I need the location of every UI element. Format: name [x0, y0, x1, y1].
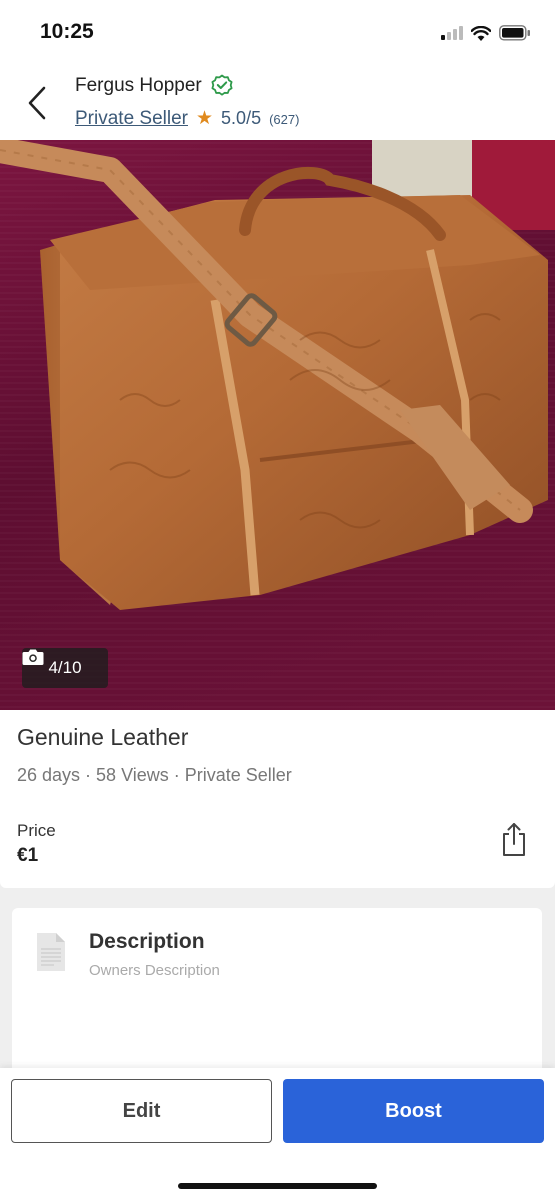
description-subtitle: Owners Description: [89, 962, 220, 979]
seller-rating: 5.0/5: [221, 108, 262, 128]
description-title: Description: [89, 930, 205, 953]
listing-title: Genuine Leather: [17, 724, 189, 750]
edit-button[interactable]: Edit: [11, 1079, 272, 1143]
price-label: Price: [17, 821, 56, 840]
share-button[interactable]: [500, 822, 528, 858]
rating-star-icon: ★: [196, 108, 214, 129]
listing-meta: 26 days · 58 Views · Private Seller: [17, 765, 292, 785]
back-button[interactable]: [22, 84, 56, 122]
leather-bag-illustration: [0, 140, 555, 710]
battery-icon: [499, 25, 530, 41]
status-icons: [441, 24, 531, 42]
listing-photo[interactable]: 4/10: [0, 140, 555, 710]
seller-name[interactable]: Fergus Hopper: [75, 75, 202, 97]
listing-info-card: Genuine Leather 26 days · 58 Views · Pri…: [0, 710, 555, 888]
status-bar: 10:25: [0, 0, 555, 62]
home-indicator[interactable]: [178, 1183, 377, 1189]
bottom-action-bar: Edit Boost: [0, 1068, 555, 1200]
boost-button[interactable]: Boost: [283, 1079, 544, 1143]
chevron-left-icon: [28, 86, 46, 120]
photo-counter-label: 4/10: [48, 658, 82, 677]
cellular-signal-icon: [441, 26, 463, 40]
wifi-icon: [471, 25, 491, 41]
seller-header: Fergus Hopper Private Seller ★ 5.0/5 (62…: [0, 62, 555, 140]
camera-icon: [22, 649, 44, 665]
verified-badge-icon: [211, 74, 233, 96]
review-count: (627): [269, 112, 300, 127]
seller-type-link[interactable]: Private Seller: [75, 108, 188, 130]
seller-meta-row: Private Seller ★ 5.0/5 (627): [75, 107, 299, 130]
description-card: Description Owners Description: [12, 908, 542, 1078]
price-value: €1: [17, 845, 39, 866]
document-icon: [37, 933, 65, 971]
photo-counter[interactable]: 4/10: [22, 648, 108, 688]
seller-name-row: Fergus Hopper: [75, 74, 234, 98]
share-icon: [503, 823, 525, 856]
status-time: 10:25: [40, 20, 94, 43]
